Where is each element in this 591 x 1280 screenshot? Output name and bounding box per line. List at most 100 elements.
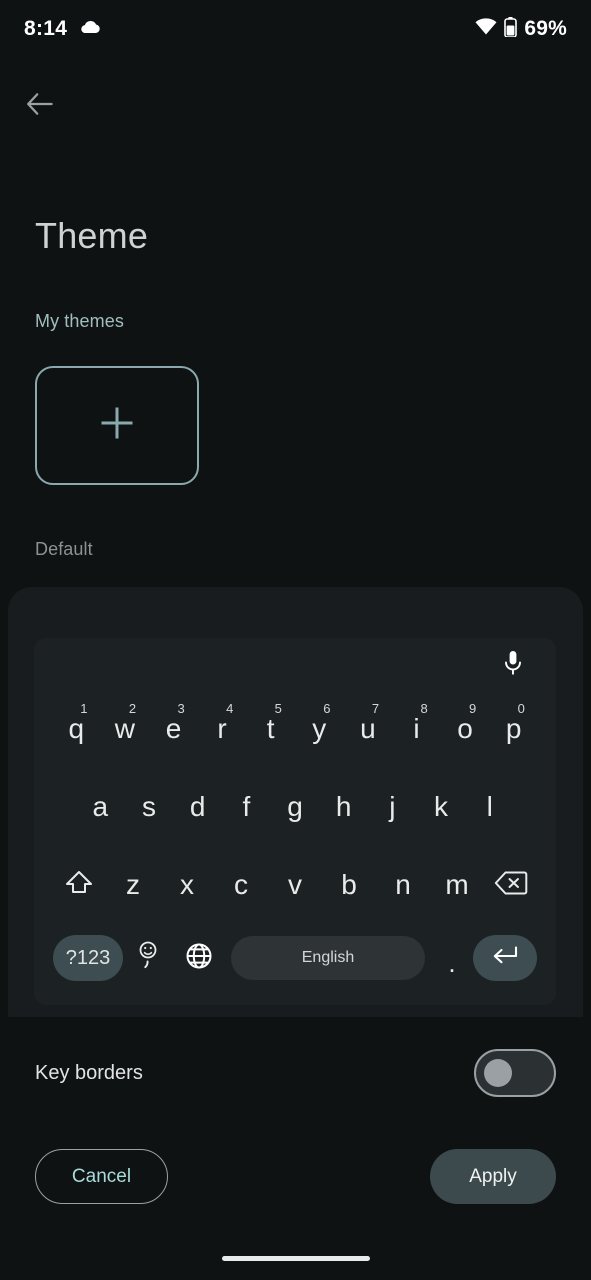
my-themes-label: My themes <box>35 311 124 331</box>
apply-button[interactable]: Apply <box>430 1149 556 1204</box>
key-y[interactable]: y 6 <box>295 700 344 758</box>
key-r[interactable]: r 4 <box>198 700 247 758</box>
key-label: g <box>287 791 303 822</box>
key-m[interactable]: m <box>430 856 484 914</box>
key-borders-setting: Key borders <box>35 1048 556 1098</box>
keyboard-row-4: ?123 English . <box>34 930 556 986</box>
key-label: o <box>457 713 473 744</box>
key-label: s <box>142 791 156 822</box>
key-o[interactable]: o 9 <box>441 700 490 758</box>
key-label: t <box>266 713 275 744</box>
key-p[interactable]: p 0 <box>489 700 538 758</box>
key-label: e <box>165 713 182 744</box>
keyboard-row-1: q 1 w 2 e 3 r 4 t 5 y 6 u 7 i 8 o 9 p 0 <box>34 700 556 758</box>
emoji-icon <box>135 940 161 977</box>
key-j[interactable]: j <box>368 778 417 836</box>
backspace-key[interactable] <box>484 856 538 914</box>
key-a[interactable]: a <box>76 778 125 836</box>
key-secondary-label: 4 <box>226 701 234 716</box>
key-label: u <box>360 713 376 744</box>
cloud-icon <box>79 19 101 40</box>
key-label: w <box>114 713 135 744</box>
key-g[interactable]: g <box>271 778 320 836</box>
status-bar-left: 8:14 <box>24 17 101 41</box>
plus-icon <box>93 399 141 452</box>
space-key[interactable]: English <box>231 936 425 980</box>
back-arrow-icon <box>25 91 55 122</box>
status-bar-right: 69% <box>475 16 567 42</box>
status-bar: 8:14 69% <box>0 0 591 58</box>
period-key[interactable]: . <box>431 930 473 986</box>
key-label: k <box>434 791 449 822</box>
battery-percent: 69% <box>524 17 567 40</box>
key-borders-toggle[interactable] <box>474 1049 556 1097</box>
key-c[interactable]: c <box>214 856 268 914</box>
key-label: p <box>505 713 522 744</box>
enter-icon <box>490 943 520 974</box>
wifi-icon <box>475 18 497 40</box>
back-button[interactable] <box>18 85 62 127</box>
battery-icon <box>504 16 518 42</box>
key-secondary-label: 9 <box>469 701 477 716</box>
shift-key[interactable] <box>52 856 106 914</box>
key-u[interactable]: u 7 <box>344 700 393 758</box>
emoji-key[interactable] <box>123 940 173 977</box>
status-time: 8:14 <box>24 17 68 40</box>
key-label: b <box>341 869 357 900</box>
key-secondary-label: 7 <box>371 701 380 716</box>
shift-icon <box>64 868 94 903</box>
key-v[interactable]: v <box>268 856 322 914</box>
key-secondary-label: 5 <box>274 701 282 716</box>
key-secondary-label: 2 <box>128 701 137 716</box>
key-l[interactable]: l <box>465 778 514 836</box>
key-label: m <box>445 869 469 900</box>
key-label: l <box>486 791 493 822</box>
key-b[interactable]: b <box>322 856 376 914</box>
globe-icon <box>185 942 213 975</box>
key-k[interactable]: k <box>417 778 466 836</box>
add-theme-button[interactable] <box>35 366 199 485</box>
symbols-key[interactable]: ?123 <box>53 935 123 981</box>
microphone-icon <box>502 649 524 682</box>
key-secondary-label: 6 <box>323 701 331 716</box>
key-label: c <box>234 869 248 900</box>
cancel-button[interactable]: Cancel <box>35 1149 168 1204</box>
key-secondary-label: 0 <box>517 701 525 716</box>
key-t[interactable]: t 5 <box>246 700 295 758</box>
key-label: h <box>335 791 352 822</box>
key-label: y <box>312 713 327 744</box>
key-label: x <box>180 869 194 900</box>
key-d[interactable]: d <box>173 778 222 836</box>
key-q[interactable]: q 1 <box>52 700 101 758</box>
keyboard-row-2: a s d f g h j k l <box>34 778 556 836</box>
backspace-icon <box>494 870 528 901</box>
key-i[interactable]: i 8 <box>392 700 441 758</box>
toggle-knob <box>484 1059 512 1087</box>
key-f[interactable]: f <box>222 778 271 836</box>
enter-key[interactable] <box>473 935 537 981</box>
key-label: a <box>92 791 109 822</box>
key-label: v <box>288 869 302 900</box>
key-z[interactable]: z <box>106 856 160 914</box>
key-secondary-label: 3 <box>177 701 185 716</box>
mic-key[interactable] <box>496 648 530 682</box>
language-key[interactable] <box>173 942 225 975</box>
key-e[interactable]: e 3 <box>149 700 198 758</box>
default-label: Default <box>35 539 93 559</box>
key-label: q <box>68 713 85 744</box>
key-s[interactable]: s <box>125 778 174 836</box>
key-label: j <box>389 791 396 822</box>
key-secondary-label: 8 <box>420 701 428 716</box>
key-secondary-label: 1 <box>80 701 88 716</box>
key-x[interactable]: x <box>160 856 214 914</box>
key-label: d <box>189 791 206 822</box>
page-title: Theme <box>35 215 149 256</box>
key-w[interactable]: w 2 <box>101 700 150 758</box>
key-label: n <box>395 869 411 900</box>
key-n[interactable]: n <box>376 856 430 914</box>
key-label: r <box>217 713 227 744</box>
key-borders-label: Key borders <box>35 1061 143 1084</box>
key-label: f <box>242 791 251 822</box>
key-h[interactable]: h <box>319 778 368 836</box>
home-indicator[interactable] <box>221 1256 370 1261</box>
